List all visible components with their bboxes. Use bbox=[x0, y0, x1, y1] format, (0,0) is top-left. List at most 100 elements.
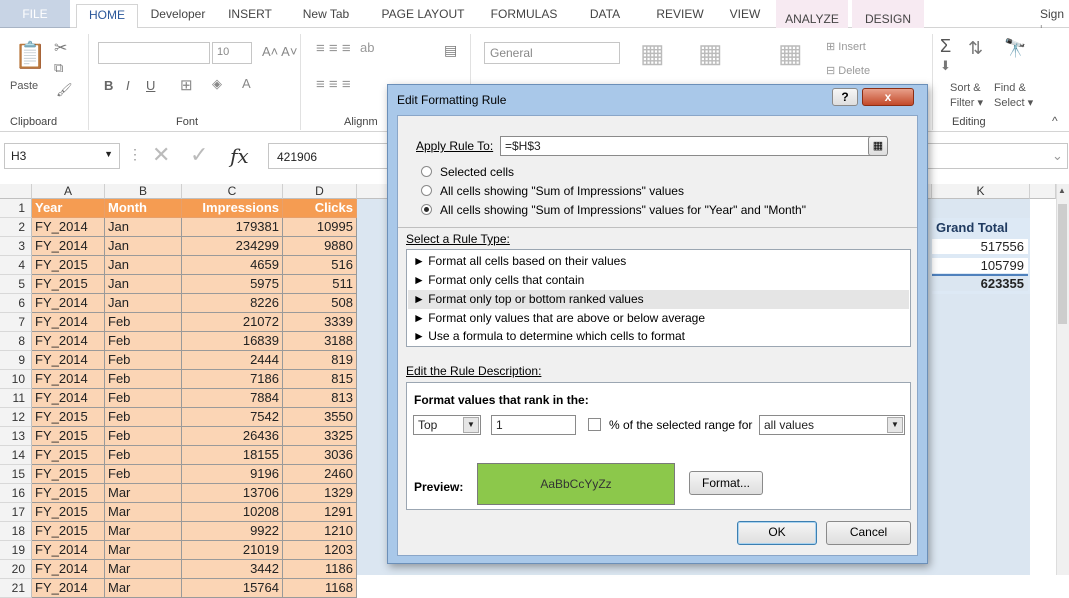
year-cell[interactable]: FY_2014 bbox=[32, 332, 105, 351]
insert-cells-button[interactable]: ⊞ Insert bbox=[826, 40, 866, 53]
cancel-button[interactable]: Cancel bbox=[826, 521, 911, 545]
clicks-cell[interactable]: 1203 bbox=[283, 541, 357, 560]
month-cell[interactable]: Mar bbox=[105, 484, 182, 503]
row-header[interactable]: 4 bbox=[0, 256, 32, 275]
align-top-icon[interactable]: ≡ ≡ ≡ bbox=[316, 40, 351, 57]
impressions-cell[interactable]: 10208 bbox=[182, 503, 283, 522]
year-cell[interactable]: FY_2015 bbox=[32, 427, 105, 446]
month-cell[interactable]: Feb bbox=[105, 465, 182, 484]
month-cell[interactable]: Jan bbox=[105, 218, 182, 237]
clicks-cell[interactable]: 1329 bbox=[283, 484, 357, 503]
clicks-cell[interactable]: 3339 bbox=[283, 313, 357, 332]
impressions-cell[interactable]: 18155 bbox=[182, 446, 283, 465]
month-cell[interactable]: Feb bbox=[105, 389, 182, 408]
month-cell[interactable]: Mar bbox=[105, 560, 182, 579]
fill-color-icon[interactable]: ◈ bbox=[212, 76, 222, 92]
year-cell[interactable]: FY_2015 bbox=[32, 408, 105, 427]
impressions-cell[interactable]: 21019 bbox=[182, 541, 283, 560]
impressions-cell[interactable]: 21072 bbox=[182, 313, 283, 332]
month-cell[interactable]: Jan bbox=[105, 256, 182, 275]
clicks-cell[interactable]: 511 bbox=[283, 275, 357, 294]
year-cell[interactable]: FY_2014 bbox=[32, 560, 105, 579]
month-cell[interactable]: Feb bbox=[105, 446, 182, 465]
impressions-cell[interactable]: 5975 bbox=[182, 275, 283, 294]
ok-button[interactable]: OK bbox=[737, 521, 817, 545]
impressions-cell[interactable]: 7884 bbox=[182, 389, 283, 408]
year-cell[interactable]: FY_2014 bbox=[32, 218, 105, 237]
row-header[interactable]: 9 bbox=[0, 351, 32, 370]
year-cell[interactable]: FY_2014 bbox=[32, 579, 105, 598]
row-header[interactable]: 21 bbox=[0, 579, 32, 598]
tab-data[interactable]: DATA bbox=[580, 6, 630, 28]
month-cell[interactable]: Mar bbox=[105, 503, 182, 522]
impressions-cell[interactable]: 16839 bbox=[182, 332, 283, 351]
year-cell[interactable]: FY_2014 bbox=[32, 294, 105, 313]
clicks-cell[interactable]: 3036 bbox=[283, 446, 357, 465]
impressions-cell[interactable]: 26436 bbox=[182, 427, 283, 446]
name-box-dropdown-icon[interactable]: ▼ bbox=[104, 149, 113, 159]
tab-new-tab[interactable]: New Tab bbox=[296, 6, 356, 28]
row-header[interactable]: 12 bbox=[0, 408, 32, 427]
clicks-cell[interactable]: 815 bbox=[283, 370, 357, 389]
range-picker-icon[interactable]: ▦ bbox=[868, 136, 888, 156]
align-left-icon[interactable]: ≡ ≡ ≡ bbox=[316, 76, 351, 93]
grand-total-value[interactable]: 517556 bbox=[932, 239, 1028, 254]
tab-page-layout[interactable]: PAGE LAYOUT bbox=[378, 6, 468, 28]
bold-button[interactable]: B bbox=[104, 78, 113, 93]
sort-filter-icon[interactable]: ⇅ bbox=[968, 38, 983, 59]
clicks-cell[interactable]: 516 bbox=[283, 256, 357, 275]
scope-select[interactable]: all values ▼ bbox=[759, 415, 905, 435]
column-header-b[interactable]: B bbox=[105, 184, 182, 199]
underline-button[interactable]: U bbox=[146, 78, 155, 93]
row-header[interactable]: 18 bbox=[0, 522, 32, 541]
rule-type-item[interactable]: ► Format only values that are above or b… bbox=[413, 311, 705, 325]
impressions-cell[interactable]: 15764 bbox=[182, 579, 283, 598]
month-cell[interactable]: Feb bbox=[105, 370, 182, 389]
sign-in-link[interactable]: Sign i bbox=[1040, 6, 1069, 37]
impressions-cell[interactable]: 4659 bbox=[182, 256, 283, 275]
font-name-box[interactable] bbox=[98, 42, 210, 64]
cut-icon[interactable]: ✂ bbox=[54, 38, 67, 58]
clicks-cell[interactable]: 3325 bbox=[283, 427, 357, 446]
impressions-cell[interactable]: 9922 bbox=[182, 522, 283, 541]
select-button[interactable]: Select ▾ bbox=[994, 96, 1033, 109]
year-cell[interactable]: FY_2015 bbox=[32, 484, 105, 503]
column-header-c[interactable]: C bbox=[182, 184, 283, 199]
year-cell[interactable]: FY_2015 bbox=[32, 446, 105, 465]
paste-button[interactable]: Paste bbox=[10, 80, 38, 92]
impressions-cell[interactable]: 2444 bbox=[182, 351, 283, 370]
tab-insert[interactable]: INSERT bbox=[222, 6, 278, 28]
impressions-cell[interactable]: 179381 bbox=[182, 218, 283, 237]
impressions-cell[interactable]: 7186 bbox=[182, 370, 283, 389]
delete-cells-button[interactable]: ⊟ Delete bbox=[826, 64, 870, 77]
column-header-l[interactable] bbox=[1030, 184, 1056, 199]
impressions-cell[interactable]: 7542 bbox=[182, 408, 283, 427]
month-cell[interactable]: Jan bbox=[105, 294, 182, 313]
row-header[interactable]: 6 bbox=[0, 294, 32, 313]
year-cell[interactable]: FY_2014 bbox=[32, 541, 105, 560]
row-header[interactable]: 14 bbox=[0, 446, 32, 465]
rank-value-input[interactable]: 1 bbox=[491, 415, 576, 435]
month-cell[interactable]: Feb bbox=[105, 427, 182, 446]
year-cell[interactable]: FY_2015 bbox=[32, 465, 105, 484]
expand-formula-icon[interactable]: ⌄ bbox=[1052, 148, 1063, 164]
month-cell[interactable]: Feb bbox=[105, 408, 182, 427]
rule-type-item[interactable]: ► Format only cells that contain bbox=[413, 273, 584, 287]
number-format-box[interactable]: General bbox=[484, 42, 620, 64]
apply-rule-input[interactable]: =$H$3 bbox=[500, 136, 887, 156]
year-cell[interactable]: FY_2015 bbox=[32, 503, 105, 522]
grand-total-value[interactable]: 105799 bbox=[932, 258, 1028, 273]
scrollbar-thumb[interactable] bbox=[1058, 204, 1067, 324]
row-header[interactable]: 5 bbox=[0, 275, 32, 294]
table-header-cell[interactable]: Impressions bbox=[182, 199, 283, 218]
fill-icon[interactable]: ⬇ bbox=[940, 58, 951, 74]
find-select-icon[interactable]: 🔭 bbox=[1004, 38, 1026, 59]
row-header[interactable]: 19 bbox=[0, 541, 32, 560]
tab-home[interactable]: HOME bbox=[76, 4, 138, 29]
enter-edit-icon[interactable]: ✓ bbox=[190, 142, 208, 168]
format-as-table-icon[interactable]: ▦ bbox=[698, 38, 723, 69]
radio-all-cells-year-month[interactable] bbox=[421, 204, 432, 215]
percent-checkbox[interactable] bbox=[588, 418, 601, 431]
collapse-ribbon-icon[interactable]: ^ bbox=[1052, 114, 1058, 128]
grow-font-icon[interactable]: A˄ A˅ bbox=[262, 44, 297, 59]
